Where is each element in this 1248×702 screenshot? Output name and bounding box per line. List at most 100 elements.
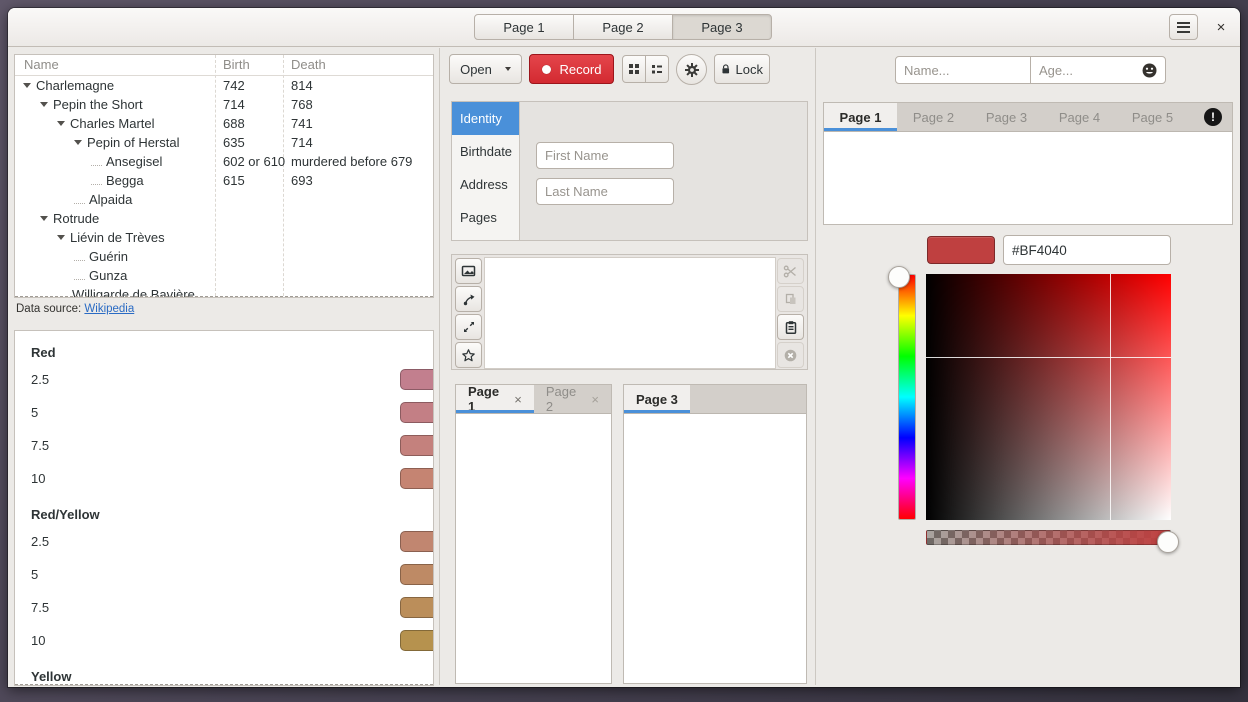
emoji-picker-button[interactable] <box>1141 62 1158 79</box>
tree-row[interactable]: Guérin <box>15 247 433 266</box>
insert-object-button[interactable] <box>455 286 482 312</box>
sidebar-item-birthdate[interactable]: Birthdate <box>452 135 519 168</box>
hex-color-input[interactable] <box>1003 235 1171 265</box>
expander-icon[interactable] <box>74 140 82 145</box>
tab-left-page-1[interactable]: Page 1× <box>456 385 534 413</box>
header-tab-page-1[interactable]: Page 1 <box>474 14 574 40</box>
tree-cell-birth: 688 <box>223 114 245 133</box>
expander-icon[interactable] <box>40 216 48 221</box>
scissors-icon <box>783 264 798 279</box>
tab-right-page-3[interactable]: Page 3 <box>624 385 690 413</box>
close-button[interactable]: × <box>1206 13 1236 41</box>
color-swatch[interactable] <box>400 369 434 390</box>
tree-row[interactable]: Alpaida <box>15 190 433 209</box>
color-swatch[interactable] <box>400 468 434 489</box>
record-button[interactable]: Record <box>529 54 614 84</box>
favorite-button[interactable] <box>455 342 482 368</box>
tree-guide <box>91 159 102 166</box>
pane-separator-right[interactable] <box>815 48 816 685</box>
column-header-birth[interactable]: Birth <box>223 57 250 72</box>
paste-button[interactable] <box>777 314 804 340</box>
cut-button[interactable] <box>777 258 804 284</box>
header-tab-page-2[interactable]: Page 2 <box>573 14 673 40</box>
family-tree-view: Name Birth Death Charlemagne742814Pepin … <box>14 54 434 298</box>
tree-row[interactable]: Willigarde de Bavière <box>15 285 433 298</box>
tab-left-page-2[interactable]: Page 2× <box>534 385 611 413</box>
tree-row[interactable]: Charlemagne742814 <box>15 76 433 95</box>
tab-rp-page-5[interactable]: Page 5 <box>1116 103 1189 131</box>
tree-cell-name: Pepin the Short <box>53 95 143 114</box>
color-list-item[interactable]: 2.5 <box>31 363 433 396</box>
color-list-item[interactable]: 7.5 <box>31 591 433 624</box>
notebook-left: Page 1×Page 2× <box>455 384 612 684</box>
settings-button[interactable] <box>676 54 707 85</box>
sidebar-item-pages[interactable]: Pages <box>452 201 519 234</box>
lock-button[interactable]: Lock <box>714 54 770 84</box>
tab-close-icon[interactable]: × <box>514 392 522 407</box>
sidebar-item-address[interactable]: Address <box>452 168 519 201</box>
text-area[interactable] <box>484 257 776 369</box>
color-swatch[interactable] <box>400 564 434 585</box>
list-view-toggle[interactable] <box>645 55 669 83</box>
tab-rp-page-1[interactable]: Page 1 <box>824 103 897 131</box>
color-item-label: 2.5 <box>31 534 49 549</box>
color-list-item[interactable]: 10 <box>31 624 433 657</box>
expander-icon[interactable] <box>57 121 65 126</box>
open-button[interactable]: Open <box>449 54 522 84</box>
tree-row[interactable]: Rotrude <box>15 209 433 228</box>
tree-row[interactable]: Charles Martel688741 <box>15 114 433 133</box>
tree-row[interactable]: Ansegisel602 or 610murdered before 679 <box>15 152 433 171</box>
menu-button[interactable] <box>1169 14 1198 40</box>
color-list-item[interactable]: 5 <box>31 558 433 591</box>
expander-icon[interactable] <box>40 102 48 107</box>
color-swatch[interactable] <box>400 630 434 651</box>
expand-button[interactable] <box>455 314 482 340</box>
tab-label: Page 2 <box>913 110 954 125</box>
text-toolbar-left <box>455 258 482 368</box>
color-list-item[interactable]: 10 <box>31 462 433 495</box>
expander-icon[interactable] <box>57 235 65 240</box>
tab-rp-page-4[interactable]: Page 4 <box>1043 103 1116 131</box>
color-swatch[interactable] <box>400 402 434 423</box>
headerbar: Page 1Page 2Page 3 × <box>8 8 1240 47</box>
warning-badge[interactable]: ! <box>1204 108 1222 126</box>
hue-slider[interactable] <box>898 274 916 520</box>
tab-rp-page-3[interactable]: Page 3 <box>970 103 1043 131</box>
sidebar-item-identity[interactable]: Identity <box>452 102 519 135</box>
tree-row[interactable]: Pepin of Herstal635714 <box>15 133 433 152</box>
expander-icon[interactable] <box>23 83 31 88</box>
saturation-value-plane[interactable] <box>926 274 1171 520</box>
tree-row[interactable]: Pepin the Short714768 <box>15 95 433 114</box>
column-header-death[interactable]: Death <box>291 57 326 72</box>
tree-row[interactable]: Begga615693 <box>15 171 433 190</box>
color-list-item[interactable]: 2.5 <box>31 525 433 558</box>
insert-image-button[interactable] <box>455 258 482 284</box>
last-name-field[interactable] <box>536 178 674 205</box>
copy-button[interactable] <box>777 286 804 312</box>
tab-rp-page-2[interactable]: Page 2 <box>897 103 970 131</box>
color-swatch[interactable] <box>400 597 434 618</box>
column-header-name[interactable]: Name <box>24 57 59 72</box>
grid-view-toggle[interactable] <box>622 55 646 83</box>
color-swatch[interactable] <box>400 435 434 456</box>
alpha-slider[interactable] <box>926 530 1171 545</box>
color-list-item[interactable]: 5 <box>31 396 433 429</box>
delete-button[interactable] <box>777 342 804 368</box>
pane-separator-left[interactable] <box>439 48 440 685</box>
tree-row[interactable]: Liévin de Trèves <box>15 228 433 247</box>
color-list-item[interactable]: 7.5 <box>31 429 433 462</box>
alpha-slider-handle[interactable] <box>1157 531 1179 553</box>
header-tab-page-3[interactable]: Page 3 <box>672 14 772 40</box>
first-name-field[interactable] <box>536 142 674 169</box>
hue-slider-handle[interactable] <box>888 266 910 288</box>
tab-close-icon[interactable]: × <box>591 392 599 407</box>
star-icon <box>461 348 476 363</box>
color-swatch-button[interactable] <box>927 236 995 264</box>
notebook-right: Page 3 <box>623 384 807 684</box>
tree-row[interactable]: Gunza <box>15 266 433 285</box>
tab-label: Page 3 <box>986 110 1027 125</box>
name-input[interactable] <box>895 56 1031 84</box>
color-swatch[interactable] <box>400 531 434 552</box>
tree-cell-name: Charles Martel <box>70 114 155 133</box>
wikipedia-link[interactable]: Wikipedia <box>84 303 134 315</box>
